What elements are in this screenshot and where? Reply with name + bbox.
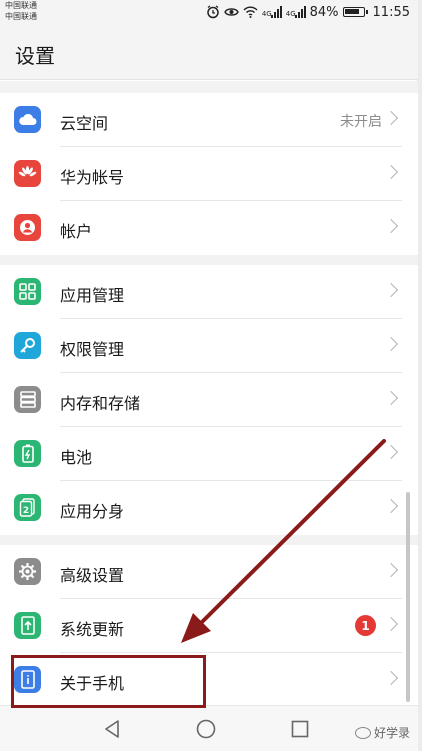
annotation-arrow-icon <box>181 439 386 643</box>
watermark: 好学录 <box>355 724 410 741</box>
wechat-icon <box>355 726 371 739</box>
annotation-highlight-box <box>11 655 206 708</box>
watermark-text: 好学录 <box>374 726 411 740</box>
